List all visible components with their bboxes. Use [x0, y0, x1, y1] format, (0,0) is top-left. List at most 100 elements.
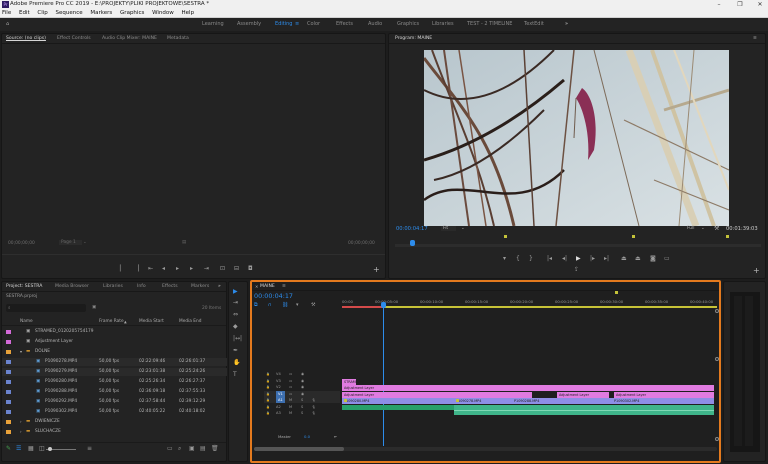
program-extract-icon[interactable]: ⏏ [635, 256, 641, 262]
source-page-select[interactable]: Page 1 [59, 240, 82, 245]
timeline-vscroll-bottom[interactable] [715, 357, 719, 361]
ripple-edit-tool-icon[interactable]: ⇔ [233, 312, 238, 318]
list-view-icon[interactable]: ☰ [16, 446, 21, 452]
minimize-icon[interactable]: – [712, 0, 726, 9]
track-header-a3[interactable]: 🔒 A3 M S 🎙 [264, 410, 340, 416]
project-list-item[interactable]: › ▬ SLUCHACZE [2, 428, 227, 436]
menu-markers[interactable]: Markers [90, 10, 112, 16]
program-panel-menu-icon[interactable]: ≡ [753, 34, 757, 44]
track-sync-icon[interactable]: ▭ [289, 384, 292, 390]
zoom-slider-handle[interactable] [48, 447, 52, 451]
column-frame-rate[interactable]: Frame Rate [99, 318, 124, 326]
tab-source[interactable]: Source: (no clips) [6, 34, 46, 44]
menu-help[interactable]: Help [182, 10, 195, 16]
tab-audio-clip-mixer[interactable]: Audio Clip Mixer: MAINE [102, 34, 157, 44]
mute-track-button[interactable]: M [289, 404, 292, 410]
program-fit-select[interactable]: Fit [441, 226, 457, 231]
settings-wrench-icon[interactable]: ⚒ [714, 225, 719, 232]
program-quality-select[interactable]: Full [687, 226, 695, 231]
program-go-out-icon[interactable]: ▸| [604, 256, 609, 262]
workspace-assembly[interactable]: Assembly [237, 18, 261, 31]
clear-icon[interactable]: 🗑 [211, 446, 219, 452]
workspace-audio[interactable]: Audio [368, 18, 382, 31]
menu-window[interactable]: Window [152, 10, 174, 16]
menu-clip[interactable]: Clip [37, 10, 47, 16]
program-lift-icon[interactable]: ⏏ [621, 256, 627, 262]
menu-sequence[interactable]: Sequence [56, 10, 83, 16]
timeline-ruler[interactable]: 00:00 00:00:05:00 00:00:10:00 00:00:15:0… [342, 295, 717, 309]
folder-expand-icon[interactable]: › [20, 418, 22, 426]
icon-view-icon[interactable]: ▦ [28, 446, 34, 452]
project-list-item[interactable]: ▾ ▬ DOLNE [2, 348, 227, 356]
label-color-swatch[interactable] [6, 400, 11, 404]
solo-track-button[interactable]: S [301, 410, 303, 416]
program-scrub-bar[interactable] [395, 244, 761, 247]
solo-track-button[interactable]: S [301, 397, 303, 403]
solo-track-button[interactable]: S [301, 404, 303, 410]
tab-effects[interactable]: Effects [162, 282, 178, 292]
track-name[interactable]: A1 [276, 397, 285, 403]
source-overwrite-icon[interactable]: ⊟ [234, 266, 239, 272]
master-go-icon[interactable]: ⇤ [334, 434, 337, 440]
label-color-swatch[interactable] [6, 420, 11, 424]
program-timecode[interactable]: 00:00:04:17 [396, 226, 428, 232]
tab-info[interactable]: Info [137, 282, 146, 292]
program-marker[interactable] [726, 235, 729, 238]
work-area-bar[interactable] [342, 306, 717, 308]
timeline-tab[interactable]: MAINE [260, 282, 275, 291]
clip-v3[interactable]: Adjustment Layer [342, 385, 714, 391]
tab-effect-controls[interactable]: Effect Controls [57, 34, 91, 44]
label-color-swatch[interactable] [6, 380, 11, 384]
label-color-swatch[interactable] [6, 430, 11, 434]
type-tool-icon[interactable]: T [233, 372, 237, 378]
workspace-editing[interactable]: Editing [275, 18, 292, 31]
razor-tool-icon[interactable]: ◆ [233, 324, 238, 330]
workspace-textedit[interactable]: TextEdit [524, 18, 544, 31]
timeline-marker[interactable] [615, 291, 618, 294]
timeline-menu-icon[interactable]: ≡ [282, 282, 286, 291]
find-icon[interactable]: ⌕ [178, 446, 181, 452]
selection-tool-icon[interactable]: ▶ [233, 289, 238, 295]
track-visibility-icon[interactable]: ◉ [301, 371, 304, 377]
mute-track-button[interactable]: M [289, 410, 292, 416]
program-playhead[interactable] [410, 240, 415, 246]
column-media-end[interactable]: Media End [179, 318, 201, 326]
more-workspaces-icon[interactable]: » [565, 18, 568, 31]
track-lock-icon[interactable]: 🔒 [266, 371, 270, 377]
program-step-forward-icon[interactable]: |▸ [590, 256, 595, 262]
new-bin-icon[interactable]: ▭ [167, 446, 173, 452]
track-lock-icon[interactable]: 🔒 [266, 410, 270, 416]
track-lock-icon[interactable]: 🔒 [266, 384, 270, 390]
sort-icons-icon[interactable]: ≡ [87, 446, 92, 452]
track-header-v4[interactable]: 🔒 V4 ▭ ◉ [264, 371, 340, 377]
label-color-swatch[interactable] [6, 350, 11, 354]
source-add-button-icon[interactable]: + [373, 266, 380, 274]
project-list-item[interactable]: ▣ P1090302.MP4 50,00 fps 02:40:05:22 02:40:1… [2, 408, 227, 416]
track-name[interactable]: V1 [276, 390, 285, 397]
label-color-swatch[interactable] [6, 410, 11, 414]
source-page-chevron-icon[interactable]: ⌄ [83, 240, 87, 245]
clip-v1-d[interactable]: P1090302.MP4 [612, 398, 714, 404]
track-name[interactable]: A3 [276, 410, 281, 416]
track-visibility-icon[interactable]: ◉ [301, 384, 304, 390]
source-step-back-icon[interactable]: ◂ [162, 266, 165, 272]
tab-libraries[interactable]: Libraries [103, 282, 123, 292]
clip-v1-c[interactable]: P1090288.MP4 [512, 398, 612, 404]
source-safe-margins-icon[interactable]: ▤ [182, 240, 186, 245]
master-value[interactable]: 0.0 [304, 434, 310, 440]
track-header-a1[interactable]: 🔒 A1 M S 🎙 [264, 397, 340, 403]
timeline-tab-close-icon[interactable]: ✕ [255, 282, 258, 291]
program-add-button-icon[interactable]: + [753, 267, 760, 275]
maximize-icon[interactable]: ❐ [733, 0, 747, 9]
workspace-menu-icon[interactable]: ≡ [295, 18, 299, 31]
snap-icon[interactable]: ∩ [268, 302, 272, 308]
fit-chevron-icon[interactable]: ⌄ [461, 226, 465, 231]
timeline-vscroll-top[interactable] [715, 309, 719, 313]
track-lock-icon[interactable]: 🔒 [266, 397, 270, 403]
slip-tool-icon[interactable]: |↔| [233, 336, 242, 342]
source-go-in-icon[interactable]: ⇤ [148, 266, 153, 272]
project-list-item[interactable]: ▣ P1090278.MP4 50,00 fps 02:22:09:46 02:26:0… [2, 358, 227, 366]
track-select-tool-icon[interactable]: ⇥ [233, 300, 238, 306]
track-visibility-icon[interactable]: ◉ [301, 391, 304, 397]
source-go-out-icon[interactable]: ⇥ [204, 266, 209, 272]
